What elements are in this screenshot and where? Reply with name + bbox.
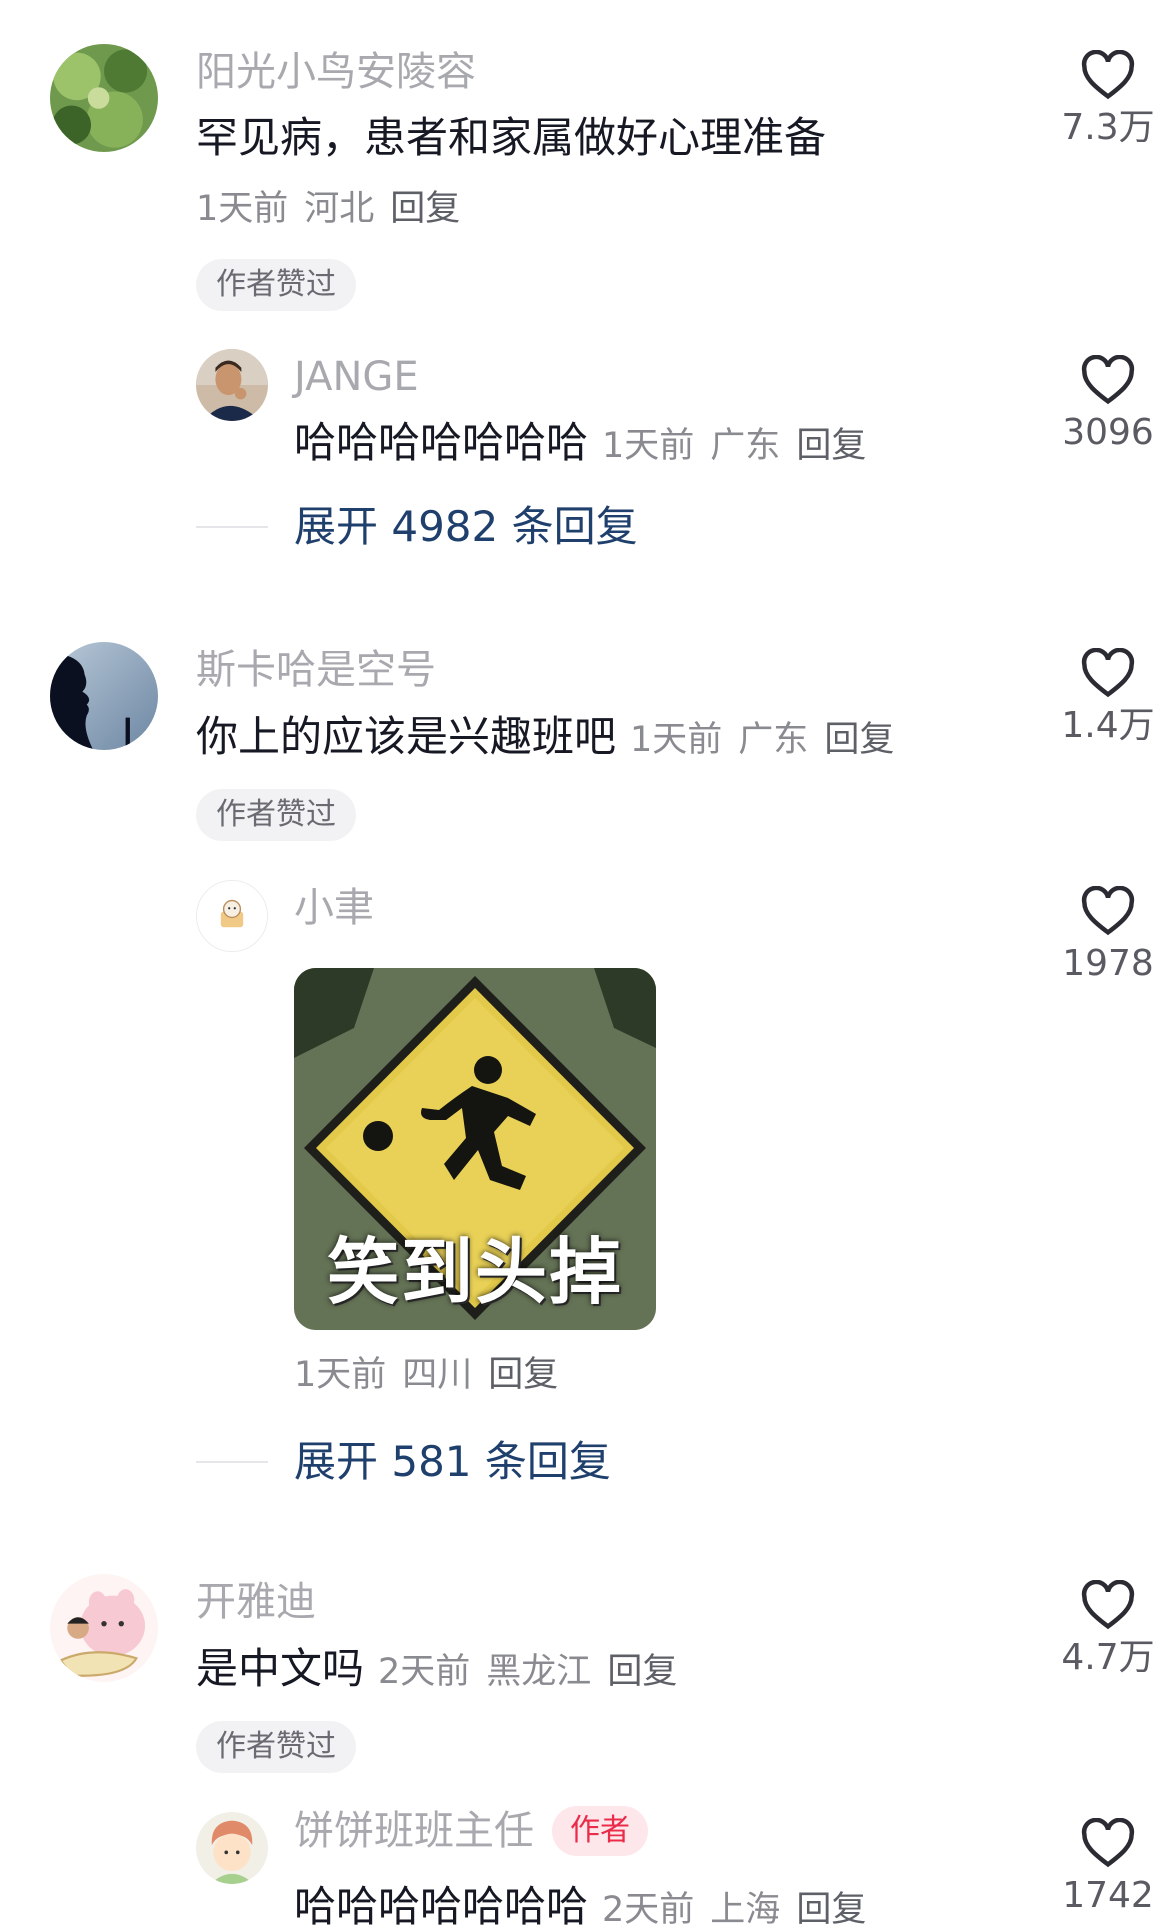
- like-count: 1978: [1062, 943, 1154, 984]
- comment-location: 黑龙江: [486, 1652, 592, 1692]
- comment-location: 广东: [738, 720, 809, 760]
- comment-line: 你上的应该是兴趣班吧 1天前 广东 回复: [196, 716, 910, 758]
- reply-username[interactable]: 小聿: [294, 888, 374, 928]
- avatar[interactable]: [50, 1574, 158, 1682]
- expand-replies-button[interactable]: 展开 581 条回复: [294, 1441, 611, 1483]
- comment-location: 河北: [304, 189, 375, 229]
- reply-username[interactable]: 饼饼班班主任: [294, 1808, 534, 1854]
- like-count: 1.4万: [1061, 705, 1155, 746]
- reply-button[interactable]: 回复: [488, 1355, 558, 1395]
- reply-location: 四川: [402, 1355, 473, 1395]
- reply-button[interactable]: 回复: [796, 1890, 866, 1930]
- comment-meta: 1天前 河北 回复: [196, 192, 476, 227]
- divider: [196, 526, 268, 528]
- like-count: 3096: [1062, 412, 1154, 453]
- avatar[interactable]: [196, 349, 268, 421]
- reply-button[interactable]: 回复: [607, 1652, 677, 1692]
- heart-outline-icon: [1081, 886, 1135, 936]
- comment-time: 1天前: [630, 720, 723, 760]
- heart-outline-icon: [1081, 1818, 1135, 1868]
- reply-time: 1天前: [602, 426, 695, 466]
- reply-username-row: 饼饼班班主任 作者: [294, 1806, 648, 1856]
- reply-text[interactable]: 哈哈哈哈哈哈哈: [294, 1882, 588, 1931]
- sticker-image[interactable]: 笑到头掉: [294, 968, 656, 1330]
- author-liked-badge: 作者赞过: [196, 789, 356, 841]
- reply-button[interactable]: 回复: [824, 720, 894, 760]
- comment-text[interactable]: 罕见病，患者和家属做好心理准备: [196, 117, 826, 159]
- like-count: 4.7万: [1061, 1637, 1155, 1678]
- avatar[interactable]: [196, 1812, 268, 1884]
- like-button[interactable]: 7.3万: [1023, 50, 1170, 146]
- comment-text[interactable]: 是中文吗: [196, 1644, 364, 1693]
- avatar[interactable]: [50, 44, 158, 152]
- comment-line: 是中文吗 2天前 黑龙江 回复: [196, 1648, 693, 1690]
- divider: [196, 1461, 268, 1463]
- sticker-caption: 笑到头掉: [326, 1230, 623, 1314]
- heart-outline-icon: [1081, 1580, 1135, 1630]
- like-button[interactable]: 1742: [1023, 1818, 1170, 1914]
- reply-location: 上海: [710, 1890, 781, 1930]
- reply-button[interactable]: 回复: [796, 426, 866, 466]
- like-button[interactable]: 4.7万: [1023, 1580, 1170, 1676]
- reply-text[interactable]: 哈哈哈哈哈哈哈: [294, 418, 588, 467]
- like-count: 1742: [1062, 1875, 1154, 1916]
- expand-replies-button[interactable]: 展开 4982 条回复: [294, 506, 638, 548]
- reply-button[interactable]: 回复: [390, 189, 460, 229]
- like-count: 7.3万: [1061, 107, 1155, 148]
- heart-outline-icon: [1081, 50, 1135, 100]
- like-button[interactable]: 3096: [1023, 355, 1170, 451]
- comment-time: 2天前: [378, 1652, 471, 1692]
- author-liked-badge: 作者赞过: [196, 1721, 356, 1773]
- avatar[interactable]: [196, 880, 268, 952]
- comment-username[interactable]: 阳光小鸟安陵容: [196, 52, 476, 92]
- author-liked-badge: 作者赞过: [196, 259, 356, 311]
- like-button[interactable]: 1978: [1023, 886, 1170, 982]
- avatar[interactable]: [50, 642, 158, 750]
- heart-outline-icon: [1081, 355, 1135, 405]
- comment-username[interactable]: 开雅迪: [196, 1582, 316, 1622]
- comment-username[interactable]: 斯卡哈是空号: [196, 650, 436, 690]
- comment-time: 1天前: [196, 189, 289, 229]
- author-badge: 作者: [552, 1806, 648, 1856]
- reply-meta: 1天前 四川 回复: [294, 1358, 574, 1393]
- reply-time: 2天前: [602, 1890, 695, 1930]
- comment-text[interactable]: 你上的应该是兴趣班吧: [196, 712, 616, 761]
- reply-line: 哈哈哈哈哈哈哈 1天前 广东 回复: [294, 422, 882, 464]
- like-button[interactable]: 1.4万: [1023, 648, 1170, 744]
- reply-location: 广东: [710, 426, 781, 466]
- reply-username[interactable]: JANGE: [294, 357, 419, 397]
- heart-outline-icon: [1081, 648, 1135, 698]
- reply-time: 1天前: [294, 1355, 387, 1395]
- reply-line: 哈哈哈哈哈哈哈 2天前 上海 回复: [294, 1886, 882, 1928]
